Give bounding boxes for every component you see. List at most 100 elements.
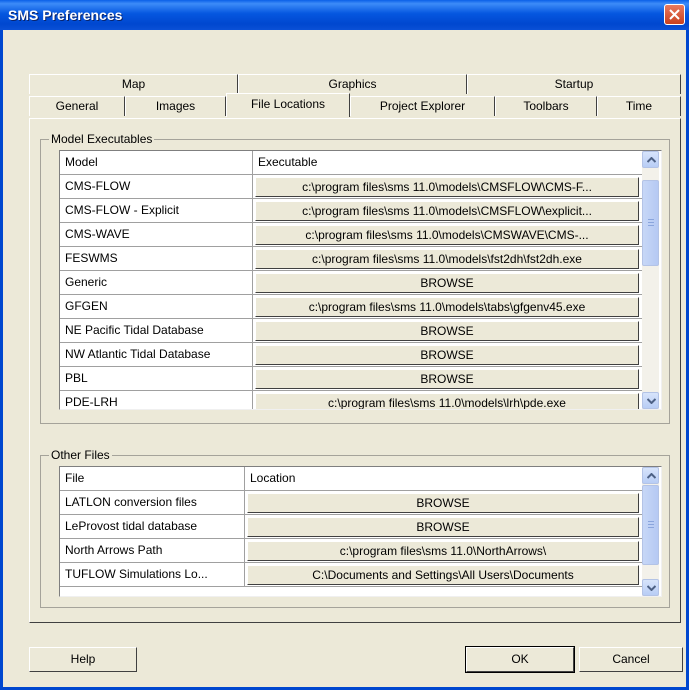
path-button[interactable]: c:\program files\sms 11.0\NorthArrows\ bbox=[247, 541, 639, 561]
file-name-cell: LeProvost tidal database bbox=[60, 515, 245, 539]
table-row: CMS-WAVE c:\program files\sms 11.0\models… bbox=[60, 223, 661, 247]
table-row: CMS-FLOW - Explicit c:\program files\sms … bbox=[60, 199, 661, 223]
column-header-file: File bbox=[60, 467, 245, 491]
executable-cell: BROWSE bbox=[253, 319, 643, 343]
scroll-thumb[interactable] bbox=[642, 485, 659, 565]
tab-label: Map bbox=[121, 77, 146, 91]
executable-cell: c:\program files\sms 11.0\models\lrh\pde… bbox=[253, 391, 643, 409]
model-name-cell: FESWMS bbox=[60, 247, 253, 271]
tab-label: Toolbars bbox=[523, 99, 569, 113]
other-files-scrollbar[interactable] bbox=[642, 467, 659, 596]
model-name-cell: Generic bbox=[60, 271, 253, 295]
ok-button[interactable]: OK bbox=[465, 646, 575, 673]
executable-cell: BROWSE bbox=[253, 367, 643, 391]
table-row: NW Atlantic Tidal Database BROWSE bbox=[60, 343, 661, 367]
model-name-cell: CMS-FLOW bbox=[60, 175, 253, 199]
tab-images[interactable]: Images bbox=[125, 96, 226, 116]
model-name-cell: PBL bbox=[60, 367, 253, 391]
browse-button[interactable]: BROWSE bbox=[255, 369, 639, 389]
location-cell: BROWSE bbox=[245, 515, 643, 539]
tab-project-explorer[interactable]: Project Explorer bbox=[350, 96, 495, 116]
tab-label: General bbox=[55, 99, 99, 113]
table-row: TUFLOW Simulations Lo... C:\Documents and… bbox=[60, 563, 661, 587]
chevron-down-icon bbox=[647, 585, 656, 591]
executable-cell: BROWSE bbox=[253, 271, 643, 295]
window-title: SMS Preferences bbox=[8, 7, 123, 23]
executable-cell: c:\program files\sms 11.0\models\CMSFLOW… bbox=[253, 199, 643, 223]
scroll-thumb[interactable] bbox=[642, 180, 659, 266]
location-cell: C:\Documents and Settings\All Users\Docu… bbox=[245, 563, 643, 587]
table-row: LeProvost tidal database BROWSE bbox=[60, 515, 661, 539]
tab-label: Project Explorer bbox=[379, 99, 466, 113]
browse-button[interactable]: BROWSE bbox=[247, 493, 639, 513]
path-button[interactable]: c:\program files\sms 11.0\models\CMSWAVE… bbox=[255, 225, 639, 245]
scroll-down-button[interactable] bbox=[642, 579, 659, 596]
file-name-cell: LATLON conversion files bbox=[60, 491, 245, 515]
table-row: CMS-FLOW c:\program files\sms 11.0\models… bbox=[60, 175, 661, 199]
column-header-executable: Executable bbox=[253, 151, 643, 175]
browse-button[interactable]: BROWSE bbox=[247, 517, 639, 537]
table-row: PDE-LRH c:\program files\sms 11.0\models\… bbox=[60, 391, 661, 409]
close-icon bbox=[669, 9, 680, 20]
help-button[interactable]: Help bbox=[29, 647, 137, 672]
model-executables-scrollbar[interactable] bbox=[642, 151, 659, 409]
table-row: GFGEN c:\program files\sms 11.0\models\ta… bbox=[60, 295, 661, 319]
chevron-up-icon bbox=[647, 157, 656, 163]
tab-toolbars[interactable]: Toolbars bbox=[495, 96, 597, 116]
scroll-up-button[interactable] bbox=[642, 467, 659, 484]
tab-label: Startup bbox=[554, 77, 594, 91]
model-name-cell: NE Pacific Tidal Database bbox=[60, 319, 253, 343]
browse-button[interactable]: BROWSE bbox=[255, 273, 639, 293]
path-button[interactable]: c:\program files\sms 11.0\models\CMSFLOW… bbox=[255, 201, 639, 221]
model-name-cell: NW Atlantic Tidal Database bbox=[60, 343, 253, 367]
file-name-cell: TUFLOW Simulations Lo... bbox=[60, 563, 245, 587]
path-button[interactable]: c:\program files\sms 11.0\models\tabs\gf… bbox=[255, 297, 639, 317]
path-button[interactable]: c:\program files\sms 11.0\models\lrh\pde… bbox=[255, 393, 639, 409]
executable-cell: c:\program files\sms 11.0\models\tabs\gf… bbox=[253, 295, 643, 319]
table-header-row: Model Executable bbox=[60, 151, 661, 175]
table-row: PBL BROWSE bbox=[60, 367, 661, 391]
table-row: North Arrows Path c:\program files\sms 11… bbox=[60, 539, 661, 563]
file-name-cell: North Arrows Path bbox=[60, 539, 245, 563]
tab-file-locations[interactable]: File Locations bbox=[226, 93, 350, 117]
table-row: LATLON conversion files BROWSE bbox=[60, 491, 661, 515]
path-button[interactable]: C:\Documents and Settings\All Users\Docu… bbox=[247, 565, 639, 585]
tab-graphics[interactable]: Graphics bbox=[238, 74, 467, 94]
tab-map[interactable]: Map bbox=[29, 74, 238, 94]
table-header-row: File Location bbox=[60, 467, 661, 491]
model-name-cell: GFGEN bbox=[60, 295, 253, 319]
model-name-cell: CMS-FLOW - Explicit bbox=[60, 199, 253, 223]
path-button[interactable]: c:\program files\sms 11.0\models\fst2dh\… bbox=[255, 249, 639, 269]
executable-cell: BROWSE bbox=[253, 343, 643, 367]
column-header-location: Location bbox=[245, 467, 643, 491]
group-label: Model Executables bbox=[49, 132, 155, 146]
table-row: Generic BROWSE bbox=[60, 271, 661, 295]
table-row: NE Pacific Tidal Database BROWSE bbox=[60, 319, 661, 343]
executable-cell: c:\program files\sms 11.0\models\CMSWAVE… bbox=[253, 223, 643, 247]
executable-cell: c:\program files\sms 11.0\models\CMSFLOW… bbox=[253, 175, 643, 199]
group-label: Other Files bbox=[49, 448, 112, 462]
scroll-up-button[interactable] bbox=[642, 151, 659, 168]
browse-button[interactable]: BROWSE bbox=[255, 345, 639, 365]
cancel-button[interactable]: Cancel bbox=[579, 647, 683, 672]
tab-startup[interactable]: Startup bbox=[467, 74, 681, 94]
model-name-cell: CMS-WAVE bbox=[60, 223, 253, 247]
location-cell: BROWSE bbox=[245, 491, 643, 515]
other-files-table: File Location LATLON conversion files BRO… bbox=[59, 466, 662, 597]
scroll-down-button[interactable] bbox=[642, 392, 659, 409]
tab-label: File Locations bbox=[250, 97, 326, 111]
tab-general[interactable]: General bbox=[29, 96, 125, 116]
table-row: FESWMS c:\program files\sms 11.0\models\f… bbox=[60, 247, 661, 271]
browse-button[interactable]: BROWSE bbox=[255, 321, 639, 341]
model-executables-table: Model Executable CMS-FLOW c:\program file… bbox=[59, 150, 662, 410]
column-header-model: Model bbox=[60, 151, 253, 175]
close-button[interactable] bbox=[664, 4, 685, 25]
chevron-down-icon bbox=[647, 398, 656, 404]
path-button[interactable]: c:\program files\sms 11.0\models\CMSFLOW… bbox=[255, 177, 639, 197]
location-cell: c:\program files\sms 11.0\NorthArrows\ bbox=[245, 539, 643, 563]
executable-cell: c:\program files\sms 11.0\models\fst2dh\… bbox=[253, 247, 643, 271]
tab-label: Time bbox=[625, 99, 653, 113]
tab-time[interactable]: Time bbox=[597, 96, 681, 116]
tab-label: Graphics bbox=[328, 77, 377, 91]
tab-label: Images bbox=[155, 99, 196, 113]
